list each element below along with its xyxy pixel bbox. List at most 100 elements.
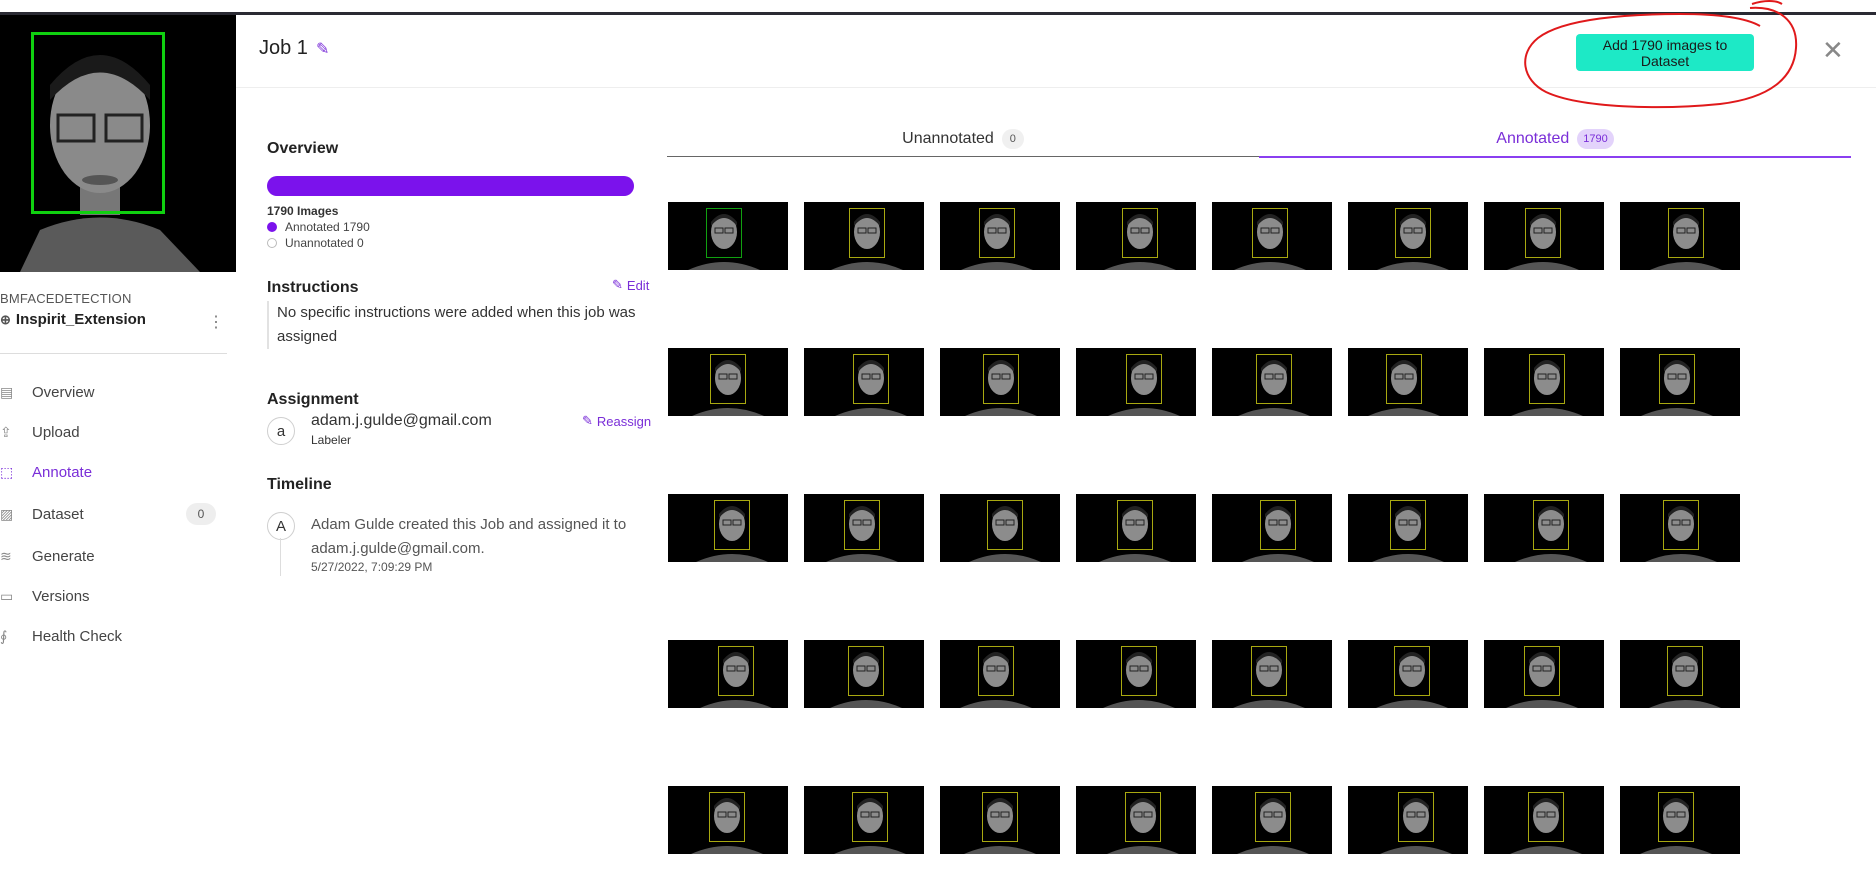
face-bounding-box (1122, 208, 1158, 258)
face-bounding-box (1398, 792, 1434, 842)
dataset-count-badge: 0 (186, 503, 216, 525)
legend-unannotated: Unannotated 0 (267, 236, 364, 250)
face-bounding-box (1255, 792, 1291, 842)
job-header: Job 1 ✎ Add 1790 images to Dataset ✕ (236, 15, 1876, 88)
edit-instructions-link[interactable]: ✎ Edit (612, 277, 649, 293)
annotation-progress-fill (267, 176, 634, 196)
annotated-image-thumbnail[interactable] (1348, 786, 1468, 854)
annotated-image-thumbnail[interactable] (1076, 202, 1196, 270)
annotated-image-thumbnail[interactable] (1348, 348, 1468, 416)
face-bounding-box (1125, 792, 1161, 842)
face-bounding-box (852, 792, 888, 842)
annotated-image-thumbnail[interactable] (1484, 640, 1604, 708)
annotated-image-thumbnail[interactable] (1620, 786, 1740, 854)
face-bounding-box (983, 354, 1019, 404)
annotated-image-thumbnail[interactable] (940, 202, 1060, 270)
annotated-image-thumbnail[interactable] (1348, 202, 1468, 270)
face-bounding-box (1395, 208, 1431, 258)
versions-icon: ▭ (0, 587, 14, 604)
face-bounding-box (1658, 792, 1694, 842)
face-bounding-box (1668, 208, 1704, 258)
instructions-heading: Instructions (267, 279, 359, 296)
annotated-image-thumbnail[interactable] (804, 202, 924, 270)
annotated-image-thumbnail[interactable] (1076, 786, 1196, 854)
annotated-image-thumbnail[interactable] (1484, 786, 1604, 854)
annotated-image-thumbnail[interactable] (668, 202, 788, 270)
sidebar-item-generate[interactable]: ≋ Generate (0, 544, 95, 568)
annotated-image-thumbnail[interactable] (1620, 494, 1740, 562)
annotated-image-thumbnail[interactable] (1620, 348, 1740, 416)
face-bounding-box (1525, 208, 1561, 258)
face-bounding-box (1667, 646, 1703, 696)
timeline-avatar: A (267, 512, 295, 540)
sidebar-item-label: Overview (32, 383, 95, 401)
annotated-image-thumbnail[interactable] (940, 348, 1060, 416)
add-images-to-dataset-button[interactable]: Add 1790 images to Dataset (1576, 34, 1754, 71)
annotated-image-thumbnail[interactable] (1484, 494, 1604, 562)
unannotated-dot-icon (267, 238, 277, 248)
sidebar-item-dataset[interactable]: ▨ Dataset 0 (0, 502, 216, 526)
face-bounding-box (1659, 354, 1695, 404)
sidebar-item-health-check[interactable]: ∮ Health Check (0, 624, 122, 648)
sidebar-item-upload[interactable]: ⇪ Upload (0, 420, 80, 444)
annotated-image-thumbnail[interactable] (1212, 202, 1332, 270)
face-bounding-box (844, 500, 880, 550)
face-bounding-box (714, 500, 750, 550)
annotated-image-thumbnail[interactable] (668, 640, 788, 708)
face-bounding-box (982, 792, 1018, 842)
project-cover-image (0, 15, 236, 272)
face-bounding-box (979, 208, 1015, 258)
annotated-image-thumbnail[interactable] (668, 494, 788, 562)
face-bounding-box (1529, 354, 1565, 404)
face-bounding-box (1256, 354, 1292, 404)
sidebar-item-label: Generate (32, 547, 95, 565)
annotated-image-thumbnail[interactable] (940, 494, 1060, 562)
annotated-image-thumbnail[interactable] (1076, 348, 1196, 416)
annotated-image-thumbnail[interactable] (940, 786, 1060, 854)
annotated-image-thumbnail[interactable] (1212, 640, 1332, 708)
annotated-image-thumbnail[interactable] (1212, 348, 1332, 416)
annotated-image-thumbnail[interactable] (1620, 640, 1740, 708)
annotated-image-thumbnail[interactable] (1484, 202, 1604, 270)
sidebar-item-label: Health Check (32, 627, 123, 645)
sidebar-item-overview[interactable]: ▤ Overview (0, 380, 95, 404)
annotated-image-thumbnail[interactable] (1620, 202, 1740, 270)
annotated-image-thumbnail[interactable] (668, 786, 788, 854)
annotated-image-thumbnail[interactable] (804, 640, 924, 708)
reassign-link[interactable]: ✎ Reassign (582, 413, 651, 429)
edit-icon: ✎ (612, 277, 623, 292)
tab-unannotated[interactable]: Unannotated 0 (667, 122, 1259, 157)
annotated-image-thumbnail[interactable] (1212, 494, 1332, 562)
face-bounding-box (706, 208, 742, 258)
annotated-image-thumbnail[interactable] (1348, 494, 1468, 562)
annotated-image-thumbnail[interactable] (804, 494, 924, 562)
legend-annotated: Annotated 1790 (267, 220, 370, 234)
edit-instructions-label: Edit (626, 277, 650, 293)
edit-title-icon[interactable]: ✎ (316, 39, 329, 59)
stethoscope-icon: ∮ (0, 627, 8, 644)
project-name[interactable]: ⊕ Inspirit_Extension (0, 311, 146, 328)
annotated-image-thumbnail[interactable] (1484, 348, 1604, 416)
annotated-image-thumbnail[interactable] (1212, 786, 1332, 854)
annotated-image-thumbnail[interactable] (1348, 640, 1468, 708)
sidebar-item-annotate[interactable]: ⬚ Annotate (0, 460, 92, 484)
annotated-image-thumbnail[interactable] (668, 348, 788, 416)
annotated-image-thumbnail[interactable] (1076, 494, 1196, 562)
face-bounding-box (1117, 500, 1153, 550)
face-bounding-box (31, 32, 165, 214)
annotated-image-thumbnail[interactable] (804, 348, 924, 416)
tab-annotated[interactable]: Annotated 1790 (1259, 122, 1851, 158)
annotated-image-thumbnail[interactable] (1076, 640, 1196, 708)
annotated-image-grid (668, 202, 1740, 854)
close-icon[interactable]: ✕ (1822, 35, 1844, 66)
face-bounding-box (1121, 646, 1157, 696)
annotated-image-thumbnail[interactable] (804, 786, 924, 854)
annotated-image-thumbnail[interactable] (940, 640, 1060, 708)
job-title-text: Job 1 (259, 37, 308, 59)
sidebar-item-versions[interactable]: ▭ Versions (0, 584, 90, 608)
kebab-menu-icon[interactable]: ⋮ (208, 312, 224, 332)
face-bounding-box (1126, 354, 1162, 404)
assignment-heading: Assignment (267, 391, 359, 408)
tab-annotated-count: 1790 (1577, 129, 1614, 149)
project-name-text: Inspirit_Extension (15, 311, 146, 328)
